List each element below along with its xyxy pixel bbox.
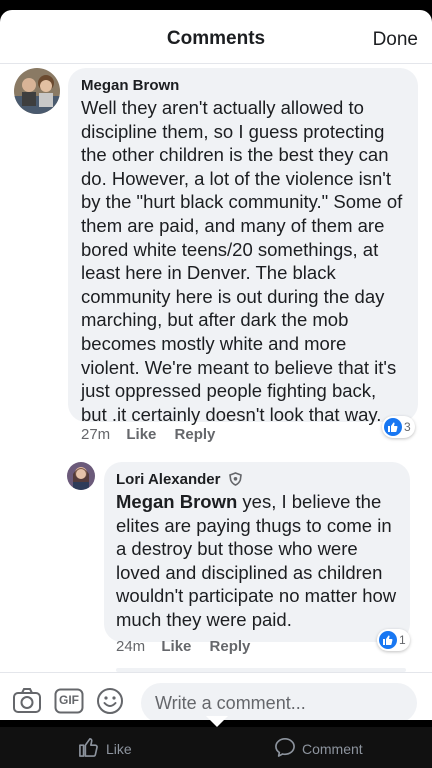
avatar[interactable]: [14, 68, 60, 114]
post-comment-label: Comment: [302, 740, 363, 757]
avatar[interactable]: [67, 462, 95, 490]
emoji-icon[interactable]: [96, 687, 124, 720]
thumbs-up-outline-icon: [78, 737, 106, 760]
reply-button[interactable]: Reply: [175, 426, 216, 443]
reaction-count: 1: [399, 633, 406, 647]
reaction-badge[interactable]: 1: [377, 629, 410, 651]
mention-link[interactable]: Megan Brown: [116, 491, 237, 512]
gif-label: GIF: [59, 693, 79, 707]
comment-text: Well they aren't actually allowed to dis…: [81, 97, 403, 425]
post-comment-button[interactable]: Comment: [274, 737, 363, 760]
gif-icon[interactable]: GIF: [54, 688, 84, 719]
like-button[interactable]: Like: [126, 426, 156, 443]
reply-button[interactable]: Reply: [210, 638, 251, 655]
comment-author[interactable]: Megan Brown: [81, 77, 179, 94]
thumbs-up-icon: [384, 418, 402, 436]
reaction-count: 3: [404, 420, 411, 434]
thumbs-up-icon: [379, 631, 397, 649]
camera-icon[interactable]: [12, 687, 42, 720]
comment-composer: GIF Write a comment...: [0, 672, 432, 720]
comment-input[interactable]: Write a comment...: [141, 683, 417, 720]
page-title: Comments: [166, 28, 266, 49]
comments-sheet: Comments Done Megan Brown Well they aren…: [0, 10, 432, 720]
sheet-pointer: [206, 716, 228, 727]
comment-text: Megan Brown yes, I believe the elites ar…: [116, 490, 402, 632]
done-button[interactable]: Done: [373, 29, 418, 51]
comment-time: 24m: [116, 638, 146, 655]
admin-shield-icon: [228, 472, 242, 490]
like-button[interactable]: Like: [161, 638, 191, 655]
post-action-bar: Like Comment: [0, 727, 432, 768]
comment-bubble-icon: [274, 737, 302, 760]
comments-header: Comments Done: [0, 10, 432, 64]
comment-meta: 27m Like Reply: [81, 426, 229, 443]
comment-author-name: Lori Alexander: [116, 471, 221, 488]
comment-time: 27m: [81, 426, 111, 443]
post-like-button[interactable]: Like: [78, 737, 132, 760]
comment-meta: 24m Like Reply: [116, 638, 264, 655]
comment-author[interactable]: Lori Alexander: [116, 471, 242, 490]
post-like-label: Like: [106, 740, 132, 757]
reaction-badge[interactable]: 3: [382, 416, 415, 438]
